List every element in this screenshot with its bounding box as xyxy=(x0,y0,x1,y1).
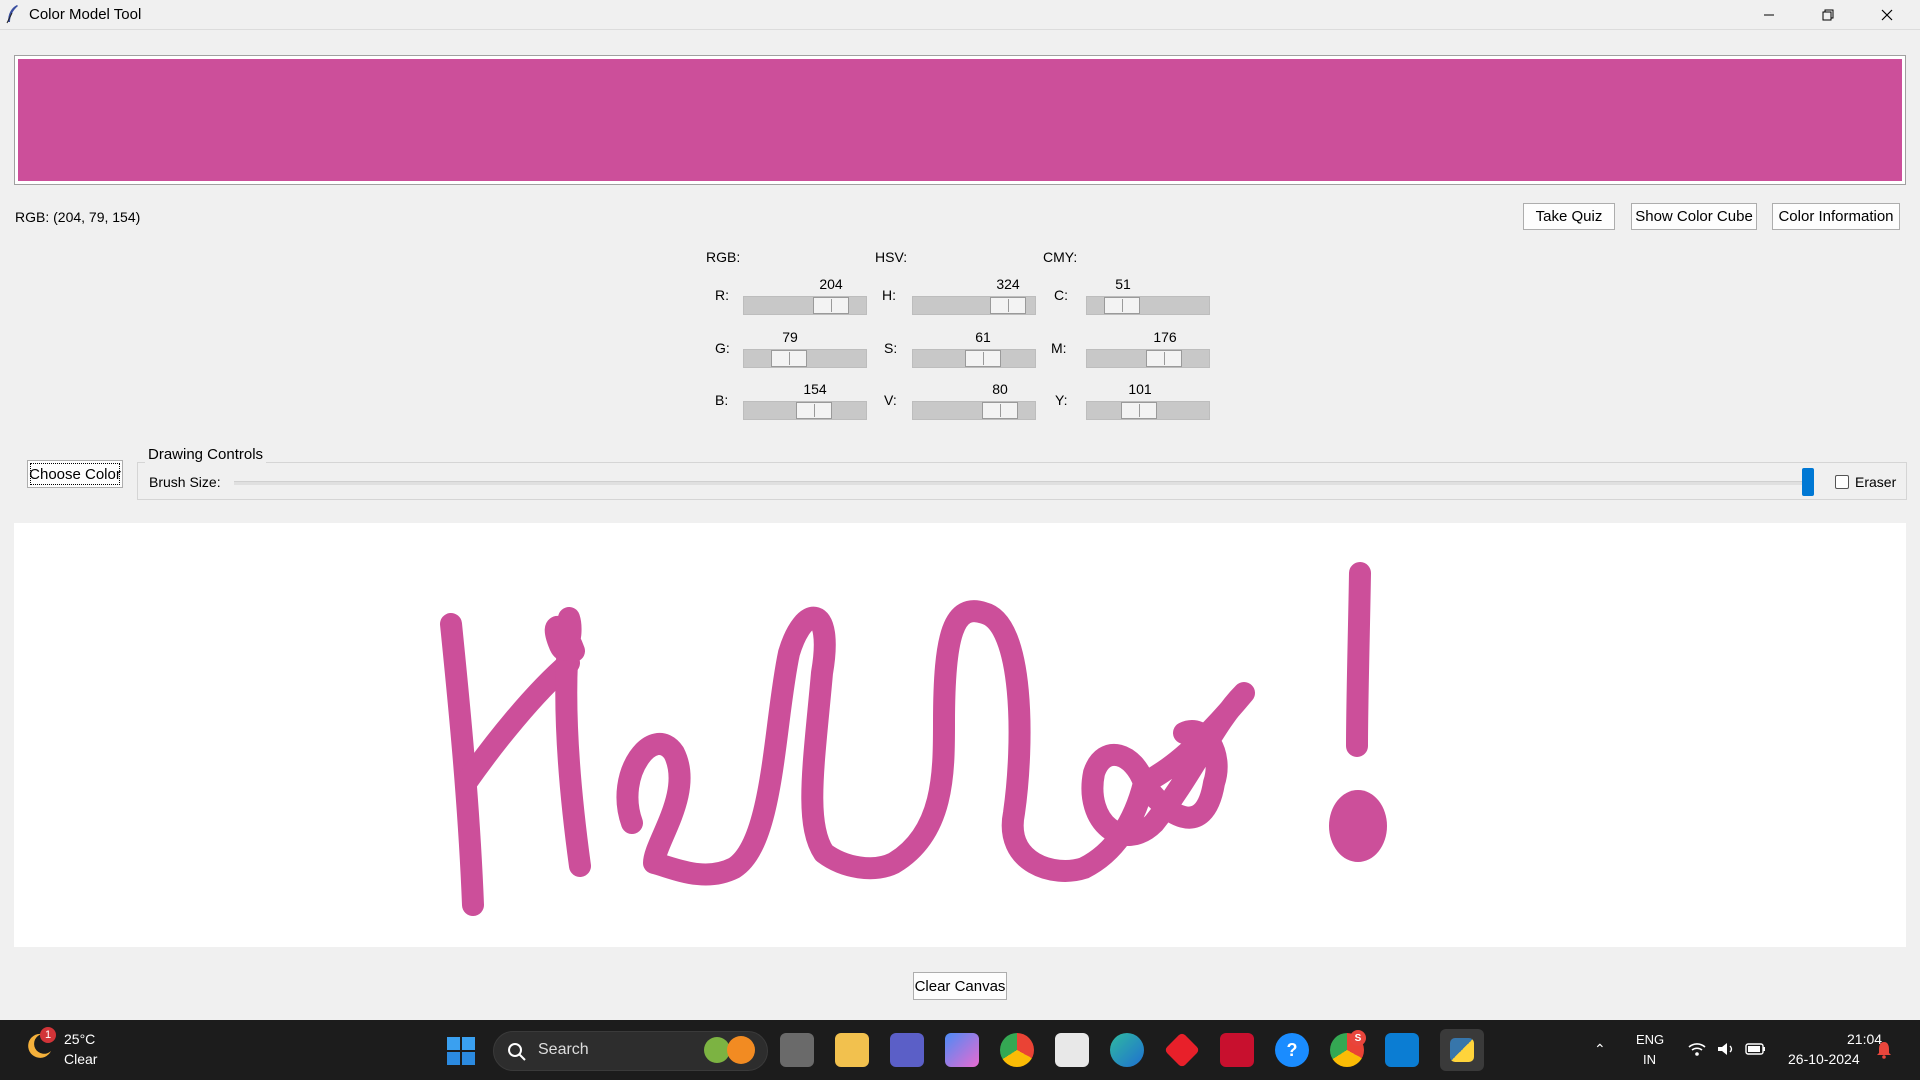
restore-icon xyxy=(1822,9,1834,20)
minimize-button[interactable] xyxy=(1740,0,1798,29)
help-icon[interactable]: ? xyxy=(1275,1033,1309,1067)
mcafee-icon[interactable] xyxy=(1220,1033,1254,1067)
vscode-icon[interactable] xyxy=(1385,1033,1419,1067)
y-label: Y: xyxy=(1055,392,1068,408)
stroke-exclamation xyxy=(1346,562,1371,757)
copilot-icon[interactable] xyxy=(945,1033,979,1067)
cmy-group-label: CMY: xyxy=(1043,249,1078,265)
s-label: S: xyxy=(884,340,898,356)
b-slider-thumb[interactable] xyxy=(796,402,832,419)
search-placeholder[interactable]: Search xyxy=(538,1041,589,1059)
m-label: M: xyxy=(1051,340,1067,356)
task-view-icon[interactable] xyxy=(780,1033,814,1067)
color-preview xyxy=(14,55,1906,185)
title-separator xyxy=(0,29,1920,30)
g-slider[interactable] xyxy=(743,349,867,368)
stroke-ello xyxy=(616,600,1255,886)
m-value: 176 xyxy=(1153,329,1177,345)
b-label: B: xyxy=(715,392,729,408)
language-indicator-line2[interactable]: IN xyxy=(1643,1052,1656,1067)
s-value: 61 xyxy=(975,329,991,345)
y-slider-thumb[interactable] xyxy=(1121,402,1157,419)
m-slider[interactable] xyxy=(1086,349,1210,368)
eraser-label: Eraser xyxy=(1855,474,1897,490)
eraser-checkbox[interactable] xyxy=(1835,475,1849,489)
minimize-icon xyxy=(1764,14,1774,15)
brush-size-label: Brush Size: xyxy=(149,474,221,490)
c-slider[interactable] xyxy=(1086,296,1210,315)
brush-size-slider[interactable] xyxy=(234,481,1810,485)
choose-color-button[interactable]: Choose Color xyxy=(27,460,123,488)
clear-canvas-button[interactable]: Clear Canvas xyxy=(913,972,1007,1000)
drawing-canvas[interactable] xyxy=(14,523,1906,947)
orange-widget-icon xyxy=(727,1036,755,1064)
color-preview-fill xyxy=(18,59,1902,181)
notification-bell-icon[interactable] xyxy=(1876,1041,1892,1059)
r-slider-thumb[interactable] xyxy=(813,297,849,314)
g-label: G: xyxy=(715,340,730,356)
python-app-icon[interactable] xyxy=(1440,1029,1484,1071)
color-information-button[interactable]: Color Information xyxy=(1772,203,1900,230)
c-slider-thumb[interactable] xyxy=(1104,297,1140,314)
c-value: 51 xyxy=(1115,276,1131,292)
weather-badge: 1 xyxy=(40,1027,56,1043)
h-value: 324 xyxy=(996,276,1020,292)
drawing-controls-title: Drawing Controls xyxy=(145,446,267,463)
edge-icon[interactable] xyxy=(1110,1033,1144,1067)
s-slider[interactable] xyxy=(912,349,1036,368)
stroke-e-loop xyxy=(544,607,585,662)
r-value: 204 xyxy=(819,276,843,292)
microsoft-store-icon[interactable] xyxy=(1055,1033,1089,1067)
v-label: V: xyxy=(884,392,897,408)
rgb-group-label: RGB: xyxy=(706,249,741,265)
h-slider-thumb[interactable] xyxy=(990,297,1026,314)
hsv-group-label: HSV: xyxy=(875,249,908,265)
restore-button[interactable] xyxy=(1799,0,1857,29)
brush-size-thumb[interactable] xyxy=(1802,468,1814,496)
v-value: 80 xyxy=(992,381,1008,397)
chrome-profile-badge: S xyxy=(1350,1030,1366,1046)
feather-icon xyxy=(6,5,18,24)
chrome-icon[interactable] xyxy=(1000,1033,1034,1067)
rgb-readout: RGB: (204, 79, 154) xyxy=(15,209,141,225)
show-color-cube-button[interactable]: Show Color Cube xyxy=(1631,203,1757,230)
teams-icon[interactable] xyxy=(890,1033,924,1067)
s-slider-thumb[interactable] xyxy=(965,350,1001,367)
b-value: 154 xyxy=(803,381,827,397)
hello-drawing xyxy=(440,562,1387,916)
b-slider[interactable] xyxy=(743,401,867,420)
volume-icon[interactable] xyxy=(1716,1041,1736,1057)
close-icon xyxy=(1881,9,1893,20)
r-slider[interactable] xyxy=(743,296,867,315)
g-value: 79 xyxy=(782,329,798,345)
chevron-up-icon[interactable]: ⌃ xyxy=(1594,1041,1606,1058)
c-label: C: xyxy=(1054,287,1068,303)
language-indicator-line1[interactable]: ENG xyxy=(1636,1032,1664,1047)
clock-date[interactable]: 26-10-2024 xyxy=(1788,1051,1860,1067)
take-quiz-button[interactable]: Take Quiz xyxy=(1523,203,1615,230)
y-slider[interactable] xyxy=(1086,401,1210,420)
m-slider-thumb[interactable] xyxy=(1146,350,1182,367)
h-label: H: xyxy=(882,287,896,303)
h-slider[interactable] xyxy=(912,296,1036,315)
battery-icon[interactable] xyxy=(1745,1042,1767,1056)
stroke-h-cross xyxy=(455,652,580,794)
wifi-icon[interactable] xyxy=(1687,1041,1707,1057)
r-label: R: xyxy=(715,287,729,303)
file-explorer-icon[interactable] xyxy=(835,1033,869,1067)
weather-temperature[interactable]: 25°C xyxy=(64,1031,95,1047)
close-button[interactable] xyxy=(1858,0,1916,29)
v-slider-thumb[interactable] xyxy=(982,402,1018,419)
window-title: Color Model Tool xyxy=(29,6,142,23)
y-value: 101 xyxy=(1128,381,1152,397)
title-bar: Color Model Tool xyxy=(0,0,1920,29)
weather-condition[interactable]: Clear xyxy=(64,1051,97,1067)
exclamation-dot xyxy=(1329,790,1387,862)
search-icon xyxy=(508,1043,526,1061)
windows-start-icon[interactable] xyxy=(446,1036,476,1066)
v-slider[interactable] xyxy=(912,401,1036,420)
g-slider-thumb[interactable] xyxy=(771,350,807,367)
